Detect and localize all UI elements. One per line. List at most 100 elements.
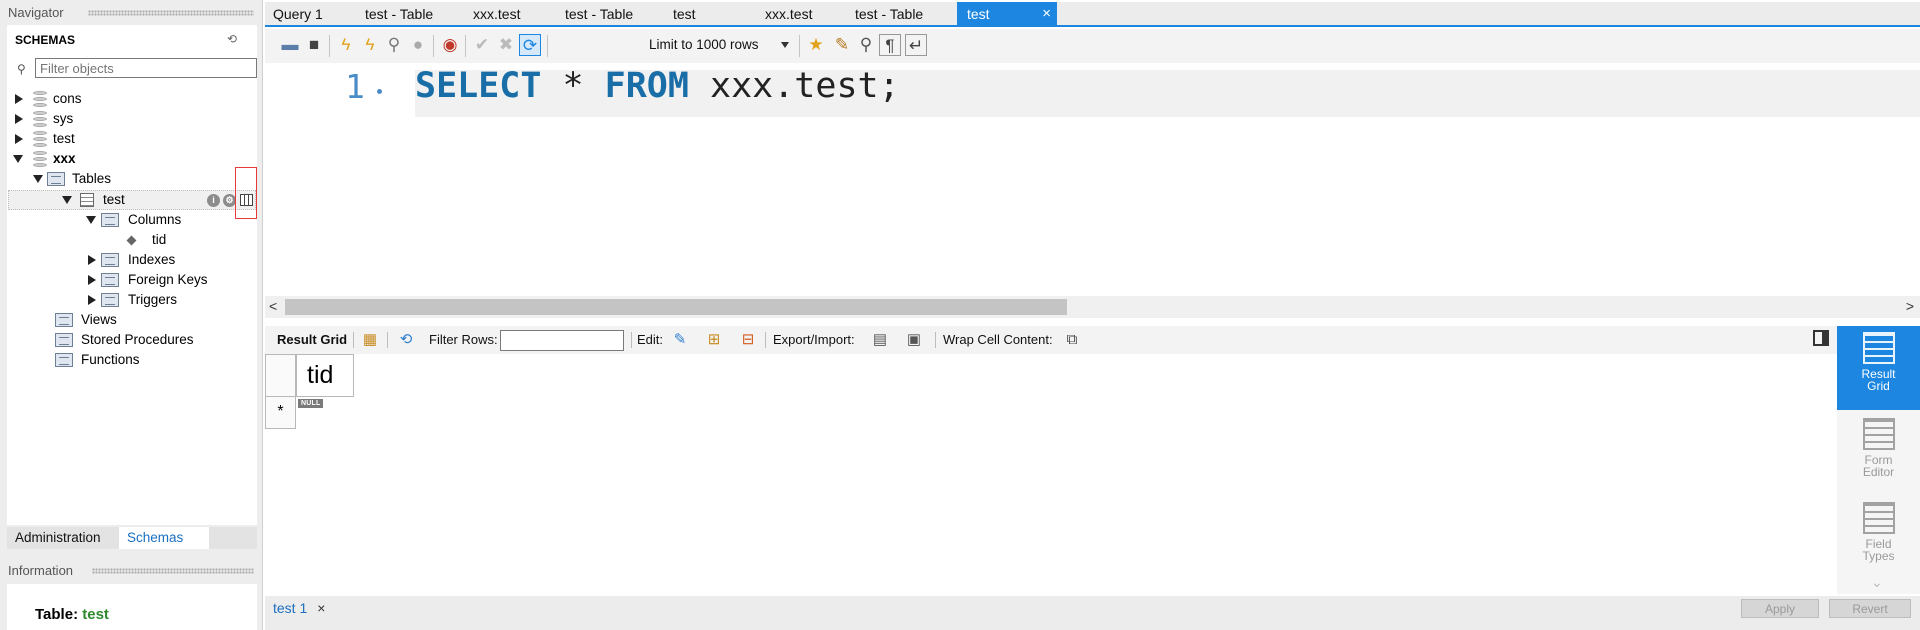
- scroll-right-icon[interactable]: >: [1906, 298, 1914, 314]
- toolbar-separator: [353, 332, 354, 348]
- indexes-folder-icon: [101, 253, 119, 267]
- result-tab-test-1[interactable]: test 1 ×: [273, 598, 325, 618]
- word-wrap-icon[interactable]: ↵: [905, 34, 927, 56]
- tab-query-1[interactable]: Query 1: [273, 2, 323, 26]
- add-snippet-star-icon[interactable]: ★: [805, 34, 827, 56]
- field-types-icon: [1862, 502, 1895, 534]
- collapse-arrow-icon[interactable]: [33, 175, 43, 183]
- navigator-title: Navigator: [8, 3, 256, 23]
- schema-label: cons: [53, 91, 82, 106]
- toolbar-separator: [547, 35, 548, 57]
- tab-test-table[interactable]: test - Table: [565, 2, 633, 26]
- toggle-side-panel-icon[interactable]: [1813, 330, 1829, 346]
- commit-icon[interactable]: ✔: [471, 34, 493, 56]
- info-icon[interactable]: i: [207, 194, 220, 207]
- database-icon: [33, 111, 47, 127]
- expand-arrow-icon[interactable]: [88, 255, 96, 265]
- scrollbar-thumb[interactable]: [285, 299, 1067, 315]
- toolbar-separator: [433, 35, 434, 57]
- find-magnifier-icon[interactable]: ⚲: [855, 34, 877, 56]
- result-tab-label: test 1: [273, 600, 308, 616]
- chevron-down-icon[interactable]: ⌄: [1871, 574, 1883, 591]
- close-icon[interactable]: ×: [317, 600, 325, 616]
- save-icon[interactable]: ■: [303, 34, 325, 56]
- collapse-arrow-icon[interactable]: [86, 216, 96, 224]
- execute-lightning-icon[interactable]: ϟ: [335, 34, 357, 56]
- import-icon[interactable]: ▣: [905, 332, 923, 348]
- result-grid-view-button[interactable]: Result Grid: [1837, 326, 1920, 410]
- result-grid: tid * NULL: [265, 354, 1837, 594]
- editor-horizontal-scrollbar[interactable]: < >: [265, 296, 1920, 318]
- tree-label: Stored Procedures: [81, 332, 194, 347]
- new-row-marker[interactable]: *: [265, 397, 296, 429]
- delete-row-icon[interactable]: ⊟: [739, 332, 757, 348]
- sql-star: *: [541, 66, 605, 106]
- export-icon[interactable]: ▤: [871, 332, 889, 348]
- refresh-results-icon[interactable]: ⟲: [397, 332, 415, 348]
- tree-label: Indexes: [128, 252, 176, 267]
- explain-magnifier-icon[interactable]: ⚲: [383, 34, 405, 56]
- info-table-value: test: [82, 606, 109, 623]
- form-editor-view-button[interactable]: Form Editor: [1837, 414, 1920, 494]
- invisible-chars-pilcrow-icon[interactable]: ¶: [879, 34, 901, 56]
- grid-corner: [265, 354, 296, 397]
- toolbar-separator: [329, 35, 330, 57]
- open-folder-icon[interactable]: ▬: [279, 34, 301, 56]
- navigator-bottom-tabs: Administration Schemas: [7, 527, 257, 549]
- line-number: 1: [345, 67, 365, 106]
- tree-label: Functions: [81, 352, 140, 367]
- tab-schemas[interactable]: Schemas: [119, 527, 209, 549]
- close-icon[interactable]: ×: [1042, 2, 1051, 26]
- sql-statement[interactable]: SELECT * FROM xxx.test;: [415, 66, 900, 106]
- statement-marker-dot: [377, 89, 382, 94]
- expand-arrow-icon[interactable]: [15, 94, 23, 104]
- toolbar-separator: [465, 35, 466, 57]
- collapse-arrow-icon[interactable]: [62, 196, 72, 204]
- sql-editor[interactable]: 1 SELECT * FROM xxx.test;: [265, 63, 1920, 296]
- editor-tab-bar: Query 1 test - Table xxx.test test - Tab…: [265, 2, 1920, 27]
- field-types-view-button[interactable]: Field Types: [1837, 498, 1920, 578]
- edit-row-icon[interactable]: ✎: [671, 332, 689, 348]
- expand-arrow-icon[interactable]: [15, 114, 23, 124]
- tab-xxx-test[interactable]: xxx.test: [473, 2, 520, 26]
- triggers-folder-icon: [101, 293, 119, 307]
- toggle-error-icon[interactable]: ◉: [439, 34, 461, 56]
- apply-button[interactable]: Apply: [1741, 599, 1819, 618]
- filter-objects-input[interactable]: [35, 58, 257, 78]
- schema-label: xxx: [53, 151, 76, 166]
- tab-xxx-test[interactable]: xxx.test: [765, 2, 812, 26]
- execute-current-icon[interactable]: ϟ: [359, 34, 381, 56]
- expand-arrow-icon[interactable]: [88, 295, 96, 305]
- beautify-broom-icon[interactable]: ✎: [831, 34, 853, 56]
- null-badge[interactable]: NULL: [298, 399, 324, 408]
- procedures-folder-icon: [55, 333, 73, 347]
- insert-row-icon[interactable]: ⊞: [705, 332, 723, 348]
- schema-label: test: [53, 131, 75, 146]
- expand-arrow-icon[interactable]: [15, 134, 23, 144]
- database-icon: [33, 131, 47, 147]
- expand-arrow-icon[interactable]: [88, 275, 96, 285]
- scroll-left-icon[interactable]: <: [269, 298, 277, 314]
- refresh-icon[interactable]: ⟲: [227, 33, 241, 45]
- collapse-arrow-icon[interactable]: [13, 155, 23, 163]
- tree-label: Triggers: [128, 292, 178, 307]
- toolbar-separator: [935, 332, 936, 348]
- tab-administration[interactable]: Administration: [7, 527, 121, 549]
- filter-rows-input[interactable]: [500, 330, 624, 351]
- autocommit-icon[interactable]: ⟳: [519, 34, 541, 56]
- grid-view-icon[interactable]: ▦: [361, 332, 379, 348]
- tab-test-table[interactable]: test - Table: [365, 2, 433, 26]
- stop-icon[interactable]: ●: [407, 34, 429, 56]
- panel-grip: [88, 10, 254, 16]
- navigator-title-text: Navigator: [8, 5, 64, 20]
- tab-test[interactable]: test: [673, 2, 696, 26]
- tab-test-table[interactable]: test - Table: [855, 2, 923, 26]
- sql-keyword-from: FROM: [604, 66, 689, 106]
- tab-label: test: [967, 6, 990, 22]
- limit-rows-select[interactable]: Limit to 1000 rows: [643, 34, 795, 56]
- tab-test-active[interactable]: test ×: [957, 2, 1057, 26]
- column-header-tid[interactable]: tid: [296, 354, 354, 397]
- revert-button[interactable]: Revert: [1829, 599, 1911, 618]
- rollback-icon[interactable]: ✖: [495, 34, 517, 56]
- wrap-text-icon[interactable]: ⧉: [1063, 332, 1081, 348]
